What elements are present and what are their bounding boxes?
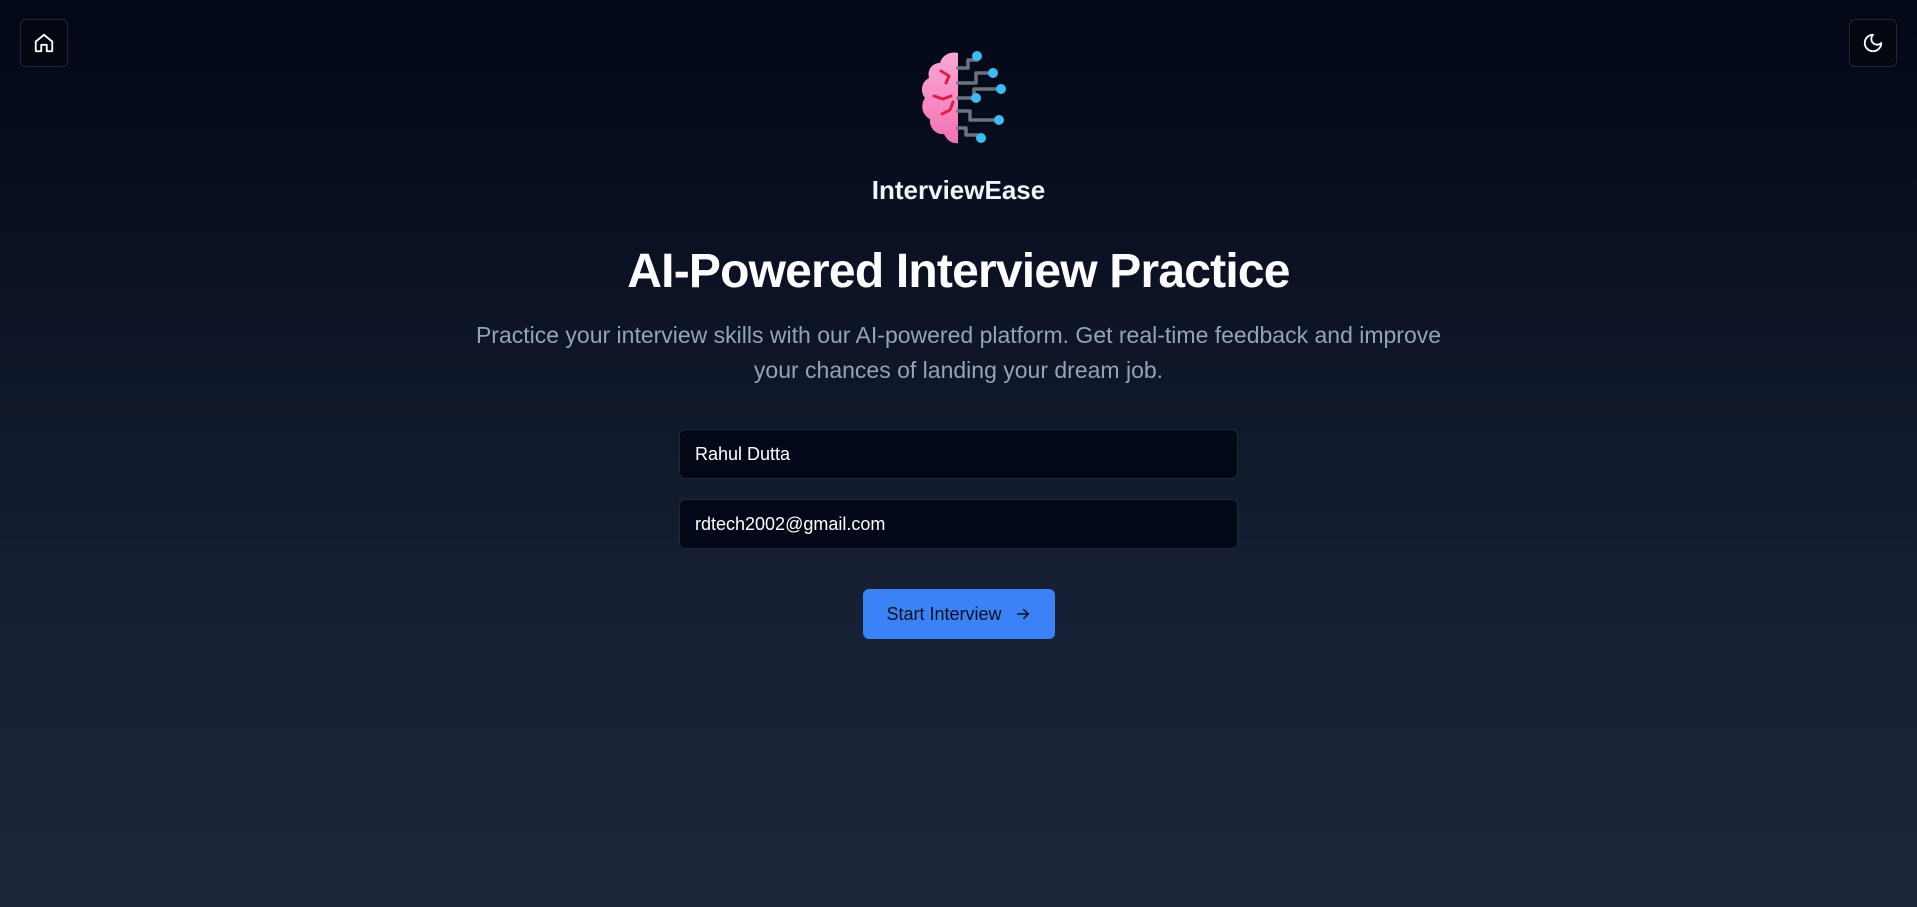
page-title: AI-Powered Interview Practice [627,245,1290,298]
start-interview-button[interactable]: Start Interview [863,589,1055,639]
name-input[interactable] [679,429,1238,479]
page-subtitle: Practice your interview skills with our … [475,322,1442,383]
theme-toggle-button[interactable] [1849,19,1897,67]
brand-name: InterviewEase [871,175,1046,205]
start-interview-label: Start Interview [886,603,1002,624]
email-input[interactable] [679,499,1238,549]
home-button[interactable] [20,19,68,67]
arrow-right-icon [1016,608,1029,620]
home-icon [34,33,54,53]
brain-circuit-icon [921,51,1006,144]
moon-icon [1863,33,1883,53]
